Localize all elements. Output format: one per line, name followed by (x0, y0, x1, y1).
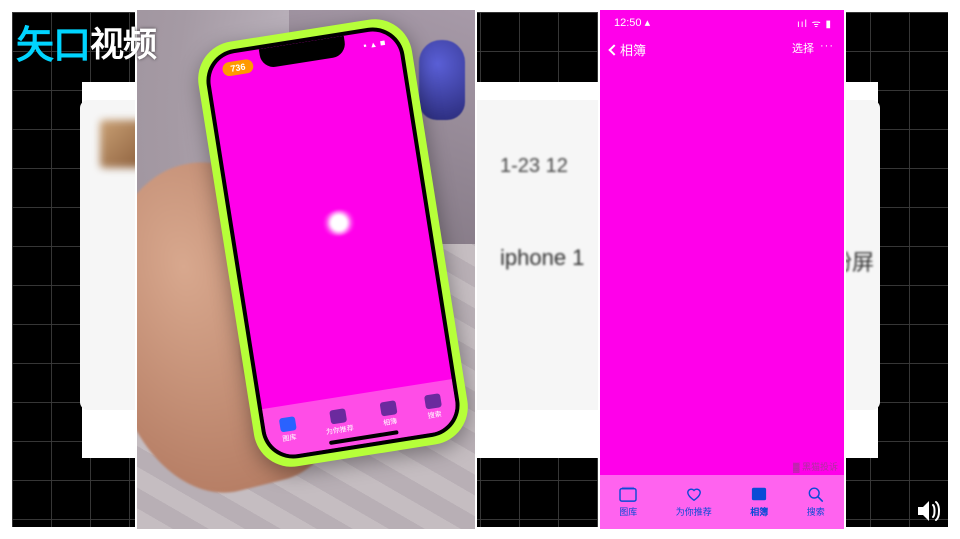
phone-notch (259, 36, 347, 69)
select-button[interactable]: 选择 (792, 40, 814, 56)
tab-library[interactable]: 图库 (278, 416, 298, 444)
foryou-icon (685, 486, 703, 502)
tab-albums[interactable]: 相簿 (379, 400, 399, 428)
tab-label: 搜索 (807, 505, 825, 518)
status-icons: ▪ ▴ ■ (363, 37, 388, 51)
background-bottle (419, 40, 465, 120)
logo-text: 视频 (90, 17, 156, 66)
tab-library[interactable]: 图库 (619, 486, 637, 518)
tab-foryou[interactable]: 为你推荐 (676, 486, 712, 518)
albums-icon (750, 486, 768, 502)
more-button[interactable]: ··· (820, 40, 834, 52)
complaint-watermark: ▓ 黑猫投诉 (793, 460, 838, 473)
tab-search[interactable]: 搜索 (807, 486, 825, 518)
volume-icon[interactable] (916, 499, 942, 523)
tab-label: 为你推荐 (676, 505, 712, 518)
status-bar: 12:50 ▴ ııl ᯤ ▮ (600, 16, 844, 34)
badge: 736 (222, 58, 255, 77)
tab-label: 图库 (619, 505, 637, 518)
chevron-left-icon (608, 44, 619, 55)
tab-foryou[interactable]: 为你推荐 (323, 407, 355, 437)
back-label: 相簿 (620, 40, 646, 59)
status-icons: ııl ᯤ ▮ (797, 16, 832, 30)
photos-tabbar: 图库 为你推荐 相簿 搜索 (600, 475, 844, 529)
status-time: 12:50 ▴ (614, 16, 650, 29)
watermark-logo: 矢口视频 (16, 14, 156, 69)
back-button[interactable]: 相簿 (610, 40, 646, 59)
camera-flash-reflection (320, 207, 358, 238)
right-screenshot-panel: 12:50 ▴ ııl ᯤ ▮ 相簿 选择 ··· ▓ 黑猫投诉 图库 为你推荐… (598, 8, 846, 531)
tab-label: 相簿 (750, 505, 768, 518)
library-icon (619, 486, 637, 502)
left-photo-panel: 736 ▪ ▴ ■ 图库 为你推荐 相簿 搜索 (135, 8, 477, 531)
tab-search[interactable]: 搜索 (424, 393, 444, 421)
search-icon (807, 486, 825, 502)
nav-bar: 相簿 选择 ··· (600, 40, 844, 66)
logo-accent: 矢口 (16, 14, 90, 69)
tab-albums[interactable]: 相簿 (750, 486, 768, 518)
